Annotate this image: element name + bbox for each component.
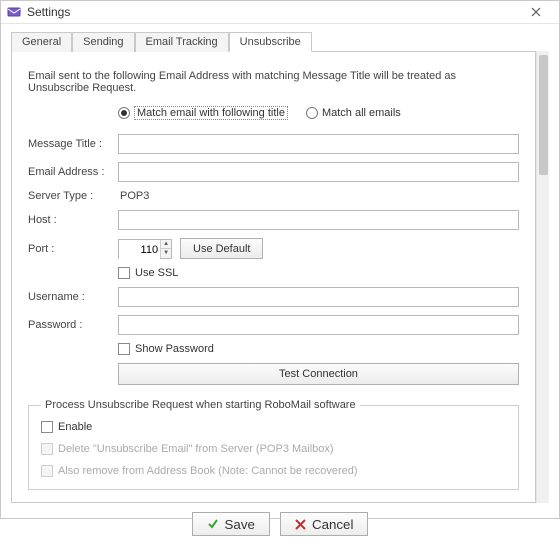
label-message-title: Message Title : bbox=[28, 138, 118, 150]
process-unsubscribe-legend: Process Unsubscribe Request when startin… bbox=[41, 399, 360, 411]
tab-general[interactable]: General bbox=[11, 32, 72, 52]
radio-match-title[interactable]: Match email with following title bbox=[118, 106, 288, 120]
tab-sending[interactable]: Sending bbox=[72, 32, 134, 52]
radio-match-title-label: Match email with following title bbox=[134, 106, 288, 120]
host-input[interactable] bbox=[118, 210, 519, 230]
tab-panel-wrap: Email sent to the following Email Addres… bbox=[11, 51, 549, 503]
radio-match-all[interactable]: Match all emails bbox=[306, 107, 401, 119]
close-button[interactable] bbox=[519, 1, 553, 23]
match-mode-radios: Match email with following title Match a… bbox=[118, 106, 519, 120]
radio-match-all-label: Match all emails bbox=[322, 107, 401, 119]
process-unsubscribe-fieldset: Process Unsubscribe Request when startin… bbox=[28, 399, 519, 490]
email-address-input[interactable] bbox=[118, 162, 519, 182]
server-type-value: POP3 bbox=[118, 190, 519, 202]
remove-from-book-checkbox: Also remove from Address Book (Note: Can… bbox=[41, 465, 506, 477]
titlebar: Settings bbox=[1, 1, 559, 24]
check-icon bbox=[207, 518, 219, 530]
cross-icon bbox=[295, 519, 306, 530]
window-title: Settings bbox=[27, 5, 519, 19]
label-server-type: Server Type : bbox=[28, 190, 118, 202]
save-button[interactable]: Save bbox=[192, 512, 270, 536]
username-input[interactable] bbox=[118, 287, 519, 307]
label-username: Username : bbox=[28, 291, 118, 303]
enable-label: Enable bbox=[58, 421, 92, 433]
password-input[interactable] bbox=[118, 315, 519, 335]
port-spin-up[interactable]: ▲ bbox=[161, 240, 171, 250]
delete-from-server-checkbox: Delete "Unsubscribe Email" from Server (… bbox=[41, 443, 506, 455]
show-password-checkbox[interactable]: Show Password bbox=[118, 343, 519, 355]
label-port: Port : bbox=[28, 243, 118, 255]
enable-checkbox[interactable]: Enable bbox=[41, 421, 506, 433]
use-ssl-label: Use SSL bbox=[135, 267, 178, 279]
port-spin-down[interactable]: ▼ bbox=[161, 249, 171, 258]
port-row: ▲ ▼ Use Default bbox=[118, 238, 519, 259]
port-spin-buttons: ▲ ▼ bbox=[160, 240, 171, 258]
show-password-label: Show Password bbox=[135, 343, 214, 355]
port-input[interactable] bbox=[119, 240, 160, 260]
tab-email-tracking[interactable]: Email Tracking bbox=[135, 32, 229, 52]
app-icon bbox=[7, 5, 21, 19]
client-area: General Sending Email Tracking Unsubscri… bbox=[1, 24, 559, 553]
test-connection-button[interactable]: Test Connection bbox=[118, 363, 519, 385]
dialog-footer: Save Cancel bbox=[11, 503, 549, 545]
remove-from-book-label: Also remove from Address Book (Note: Can… bbox=[58, 465, 358, 477]
tab-panel-unsubscribe: Email sent to the following Email Addres… bbox=[11, 51, 536, 503]
tab-unsubscribe[interactable]: Unsubscribe bbox=[229, 32, 312, 52]
label-email-address: Email Address : bbox=[28, 166, 118, 178]
scrollbar-thumb[interactable] bbox=[539, 55, 548, 175]
checkbox-icon bbox=[41, 421, 53, 433]
radio-dot-icon bbox=[118, 107, 130, 119]
radio-dot-icon bbox=[306, 107, 318, 119]
delete-from-server-label: Delete "Unsubscribe Email" from Server (… bbox=[58, 443, 334, 455]
cancel-button[interactable]: Cancel bbox=[280, 512, 369, 536]
settings-form: Message Title : Email Address : Server T… bbox=[28, 134, 519, 385]
use-ssl-checkbox[interactable]: Use SSL bbox=[118, 267, 519, 279]
intro-text: Email sent to the following Email Addres… bbox=[28, 70, 519, 94]
label-host: Host : bbox=[28, 214, 118, 226]
label-password: Password : bbox=[28, 319, 118, 331]
tab-strip: General Sending Email Tracking Unsubscri… bbox=[11, 32, 549, 52]
port-spinner[interactable]: ▲ ▼ bbox=[118, 239, 172, 259]
use-default-button[interactable]: Use Default bbox=[180, 238, 263, 259]
message-title-input[interactable] bbox=[118, 134, 519, 154]
vertical-scrollbar[interactable] bbox=[536, 51, 549, 503]
settings-window: Settings General Sending Email Tracking … bbox=[0, 0, 560, 519]
checkbox-icon bbox=[41, 465, 53, 477]
checkbox-icon bbox=[118, 343, 130, 355]
checkbox-icon bbox=[41, 443, 53, 455]
checkbox-icon bbox=[118, 267, 130, 279]
